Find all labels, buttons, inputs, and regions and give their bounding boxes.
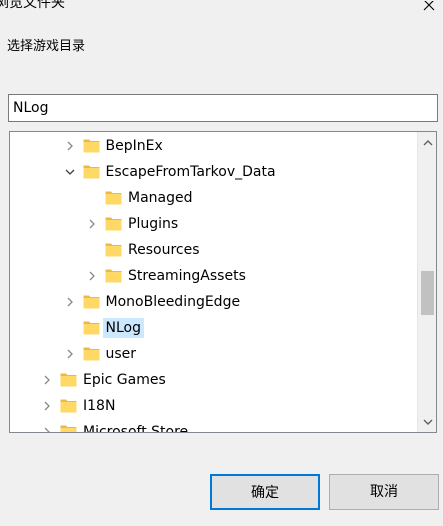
scroll-down-arrow-icon [423, 419, 432, 425]
chevron-right-icon[interactable] [64, 140, 76, 152]
tree-item[interactable]: I18N [10, 394, 417, 418]
tree-item[interactable]: Plugins [10, 212, 417, 236]
tree-item[interactable]: EscapeFromTarkov_Data [10, 160, 417, 184]
close-icon [423, 1, 435, 11]
folder-tree-items: BepInEx EscapeFromTarkov_Data Managed Plugi… [10, 132, 417, 432]
folder-icon [83, 294, 100, 309]
folder-icon [105, 268, 122, 283]
folder-icon [83, 164, 100, 179]
close-button[interactable] [415, 0, 443, 14]
ok-button[interactable]: 确定 [210, 474, 320, 510]
folder-tree[interactable]: BepInEx EscapeFromTarkov_Data Managed Plugi… [9, 131, 437, 433]
scroll-down-button[interactable] [418, 413, 436, 430]
scroll-up-arrow-icon [423, 139, 432, 145]
folder-icon [60, 424, 77, 432]
vertical-scrollbar[interactable] [417, 132, 436, 432]
tree-item-label: Plugins [128, 216, 179, 232]
tree-item-label: NLog [102, 318, 144, 338]
scroll-up-button[interactable] [418, 134, 436, 151]
tree-item-label: BepInEx [105, 138, 163, 154]
tree-item[interactable]: StreamingAssets [10, 264, 417, 288]
tree-item[interactable]: Microsoft Store [10, 420, 417, 432]
folder-icon [83, 346, 100, 361]
tree-item-label: Microsoft Store [83, 424, 189, 432]
tree-item-label: Managed [128, 190, 193, 206]
chevron-right-icon[interactable] [41, 426, 53, 432]
tree-item[interactable]: user [10, 342, 417, 366]
tree-item-label: MonoBleedingEdge [105, 294, 241, 310]
folder-icon [105, 242, 122, 257]
folder-icon [83, 138, 100, 153]
scrollbar-thumb[interactable] [421, 271, 434, 315]
folder-path-input[interactable] [8, 94, 438, 122]
cancel-button[interactable]: 取消 [329, 474, 439, 510]
chevron-right-icon[interactable] [86, 270, 98, 282]
tree-item-label: EscapeFromTarkov_Data [105, 164, 276, 180]
chevron-right-icon[interactable] [86, 218, 98, 230]
tree-item[interactable]: MonoBleedingEdge [10, 290, 417, 314]
folder-icon [105, 216, 122, 231]
chevron-right-icon[interactable] [41, 374, 53, 386]
chevron-right-icon[interactable] [64, 348, 76, 360]
dialog-prompt: 选择游戏目录 [7, 39, 86, 54]
chevron-right-icon[interactable] [41, 400, 53, 412]
tree-item-label: user [105, 346, 137, 362]
tree-item[interactable]: Resources [10, 238, 417, 262]
tree-item[interactable]: Epic Games [10, 368, 417, 392]
tree-item[interactable]: BepInEx [10, 134, 417, 158]
folder-icon [83, 320, 100, 335]
folder-icon [105, 190, 122, 205]
title-bar: 浏览文件夹 [0, 0, 443, 14]
tree-item-label: I18N [83, 398, 116, 414]
folder-icon [60, 372, 77, 387]
chevron-down-icon[interactable] [64, 166, 76, 178]
tree-item-label: Epic Games [83, 372, 166, 388]
chevron-right-icon[interactable] [64, 296, 76, 308]
tree-item-label: StreamingAssets [128, 268, 246, 284]
folder-icon [60, 398, 77, 413]
window-title: 浏览文件夹 [0, 0, 65, 11]
tree-item-label: Resources [128, 242, 200, 258]
tree-item[interactable]: Managed [10, 186, 417, 210]
tree-item[interactable]: NLog [10, 316, 417, 340]
